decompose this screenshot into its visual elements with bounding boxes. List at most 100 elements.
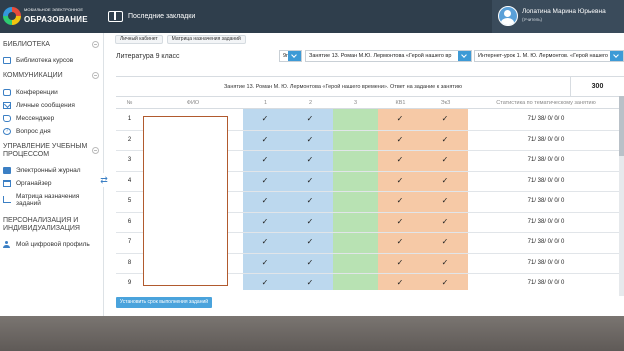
sidebar-item-task-matrix[interactable]: Матрица назначения заданий (3, 193, 80, 207)
assigned-check[interactable]: ✓ (390, 114, 410, 123)
header-task-kv1[interactable]: КВ1 (378, 97, 423, 109)
question-icon: ? (3, 128, 11, 135)
row-number: 4 (127, 177, 132, 184)
sidebar-item-personal-messages[interactable]: Личные сообщения (3, 102, 75, 109)
sidebar-item-question-of-day[interactable]: ? Вопрос дня (3, 128, 51, 135)
breadcrumb-current[interactable]: Матрица назначения заданий (166, 35, 246, 44)
assigned-check[interactable]: ✓ (300, 155, 320, 164)
assigned-check[interactable]: ✓ (255, 176, 275, 185)
sidebar-section-learning-management[interactable]: УПРАВЛЕНИЕ УЧЕБНЫМ ПРОЦЕССОМ (3, 143, 99, 159)
logo-subtitle: МОБИЛЬНОЕ ЭЛЕКТРОННОЕ (24, 7, 84, 12)
collapse-icon[interactable] (92, 41, 99, 48)
assigned-check[interactable]: ✓ (435, 196, 455, 205)
assigned-check[interactable]: ✓ (435, 114, 455, 123)
recent-bookmarks-button[interactable]: Последние закладки (108, 8, 195, 24)
sidebar-item-label: Библиотека курсов (16, 57, 74, 64)
sidebar-item-label: Электронный журнал (16, 167, 81, 174)
assigned-check[interactable]: ✓ (390, 237, 410, 246)
assigned-check[interactable]: ✓ (300, 135, 320, 144)
collapse-icon[interactable] (92, 72, 99, 79)
sidebar-item-label: Мой цифровой профиль (16, 241, 90, 248)
section-title: УПРАВЛЕНИЕ УЧЕБНЫМ ПРОЦЕССОМ (3, 143, 88, 158)
row-number: 1 (127, 116, 132, 122)
row-number: 7 (127, 239, 132, 245)
logo[interactable]: МОБИЛЬНОЕ ЭЛЕКТРОННОЕ ОБРАЗОВАНИЕ (3, 5, 95, 27)
desk-background (0, 316, 624, 351)
sidebar-section-personalization[interactable]: ПЕРСОНАЛИЗАЦИЯ И ИНДИВИДУАЛИЗАЦИЯ (3, 217, 93, 233)
top-bar: МОБИЛЬНОЕ ЭЛЕКТРОННОЕ ОБРАЗОВАНИЕ Послед… (0, 0, 624, 33)
assigned-check[interactable]: ✓ (435, 258, 455, 267)
assigned-check[interactable]: ✓ (390, 278, 410, 287)
header-fio[interactable]: ФИО (143, 97, 243, 109)
assigned-check[interactable]: ✓ (390, 217, 410, 226)
assigned-check[interactable]: ✓ (255, 258, 275, 267)
row-number: 2 (127, 136, 132, 143)
assigned-check[interactable]: ✓ (435, 237, 455, 246)
assigned-check[interactable]: ✓ (255, 196, 275, 205)
assigned-check[interactable]: ✓ (435, 217, 455, 226)
assigned-check[interactable]: ✓ (255, 114, 275, 123)
header-task-1[interactable]: 1 (243, 97, 288, 109)
mail-icon (3, 102, 11, 109)
assigned-check[interactable]: ✓ (300, 176, 320, 185)
assigned-check[interactable]: ✓ (390, 258, 410, 267)
journal-icon (3, 167, 11, 174)
assigned-check[interactable]: ✓ (300, 278, 320, 287)
header-task-2[interactable]: 2 (288, 97, 333, 109)
assigned-check[interactable]: ✓ (390, 155, 410, 164)
assigned-check[interactable]: ✓ (390, 135, 410, 144)
row-stats: 71/ 38/ 0/ 0/ 0 (527, 218, 565, 225)
assigned-check[interactable]: ✓ (390, 176, 410, 185)
sidebar-item-digital-profile[interactable]: Мой цифровой профиль (3, 241, 90, 248)
student-names-redacted (143, 116, 228, 286)
vertical-scrollbar[interactable] (619, 96, 624, 296)
assigned-check[interactable]: ✓ (300, 196, 320, 205)
collapse-icon[interactable] (92, 147, 99, 154)
message-icon (3, 115, 11, 122)
sidebar-section-communications[interactable]: КОММУНИКАЦИИ (3, 72, 99, 80)
assigned-check[interactable]: ✓ (255, 135, 275, 144)
assigned-check[interactable]: ✓ (300, 258, 320, 267)
assigned-check[interactable]: ✓ (300, 114, 320, 123)
assigned-check[interactable]: ✓ (255, 237, 275, 246)
grade-select[interactable]: 9г (279, 50, 302, 62)
assigned-check[interactable]: ✓ (435, 135, 455, 144)
sidebar-section-library[interactable]: БИБЛИОТЕКА (3, 41, 99, 49)
assigned-check[interactable]: ✓ (255, 217, 275, 226)
row-stats: 71/ 38/ 0/ 0/ 0 (527, 136, 565, 143)
resource-select-value: Интернет-урок 1. М. Ю. Лермонтов. «Герой… (478, 53, 608, 59)
breadcrumb-home[interactable]: Личный кабинет (115, 35, 163, 44)
resource-select[interactable]: Интернет-урок 1. М. Ю. Лермонтов. «Герой… (474, 50, 624, 62)
sidebar-toggle-icon[interactable]: ⇄ (97, 173, 111, 187)
row-stats: 71/ 38/ 0/ 0/ 0 (527, 157, 565, 163)
assigned-check[interactable]: ✓ (300, 217, 320, 226)
assigned-check[interactable]: ✓ (435, 278, 455, 287)
header-task-3[interactable]: 3 (333, 97, 378, 109)
assigned-check[interactable]: ✓ (255, 155, 275, 164)
sidebar-item-messenger[interactable]: Мессенджер (3, 115, 54, 122)
app-window: МОБИЛЬНОЕ ЭЛЕКТРОННОЕ ОБРАЗОВАНИЕ Послед… (0, 0, 624, 316)
chevron-down-icon (610, 51, 623, 61)
assigned-check[interactable]: ✓ (300, 237, 320, 246)
row-number: 9 (127, 280, 132, 286)
section-title: ПЕРСОНАЛИЗАЦИЯ И ИНДИВИДУАЛИЗАЦИЯ (3, 217, 80, 232)
sidebar-item-label: Личные сообщения (16, 102, 75, 109)
assigned-check[interactable]: ✓ (435, 176, 455, 185)
lesson-select[interactable]: Занятие 13. Роман М.Ю. Лермонтова «Герой… (305, 50, 472, 62)
assigned-check[interactable]: ✓ (390, 196, 410, 205)
sidebar-item-course-library[interactable]: Библиотека курсов (3, 57, 73, 64)
row-stats: 71/ 38/ 0/ 0/ 0 (527, 259, 565, 266)
header-task-ekz[interactable]: ЭкЗ (423, 97, 468, 109)
assigned-check[interactable]: ✓ (435, 155, 455, 164)
sidebar-item-conferences[interactable]: Конференции (3, 89, 58, 96)
sidebar-item-organizer[interactable]: Органайзер (3, 180, 52, 187)
user-menu[interactable]: Лопатина Марина Юрьевна (Учитель) (492, 0, 624, 33)
subject-title: Литература 9 класс (116, 53, 180, 60)
recent-bookmarks-label: Последние закладки (128, 12, 196, 20)
assigned-check[interactable]: ✓ (255, 278, 275, 287)
row-number: 6 (127, 218, 132, 225)
set-deadline-button[interactable]: Установить срок выполнения заданий (116, 297, 212, 308)
row-stats: 71/ 38/ 0/ 0/ 0 (527, 198, 565, 204)
sidebar-item-e-journal[interactable]: Электронный журнал (3, 167, 81, 174)
chevron-down-icon (288, 51, 301, 61)
